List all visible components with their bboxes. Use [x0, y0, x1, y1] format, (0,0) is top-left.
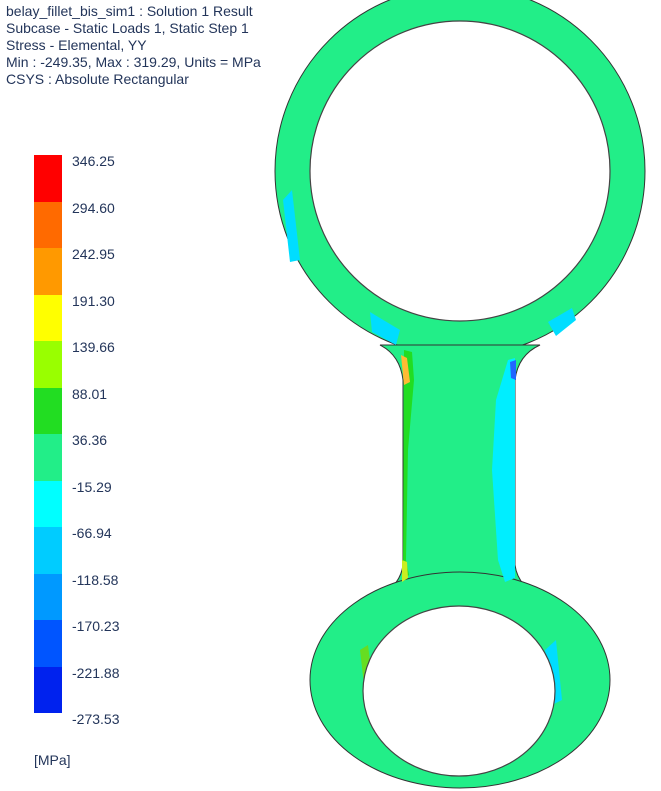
- bottom-ring: [309, 571, 611, 789]
- neck-section: [371, 344, 547, 601]
- belay-plate-part: [274, 0, 646, 789]
- top-ring: [274, 0, 646, 357]
- fem-model-view[interactable]: [0, 0, 661, 791]
